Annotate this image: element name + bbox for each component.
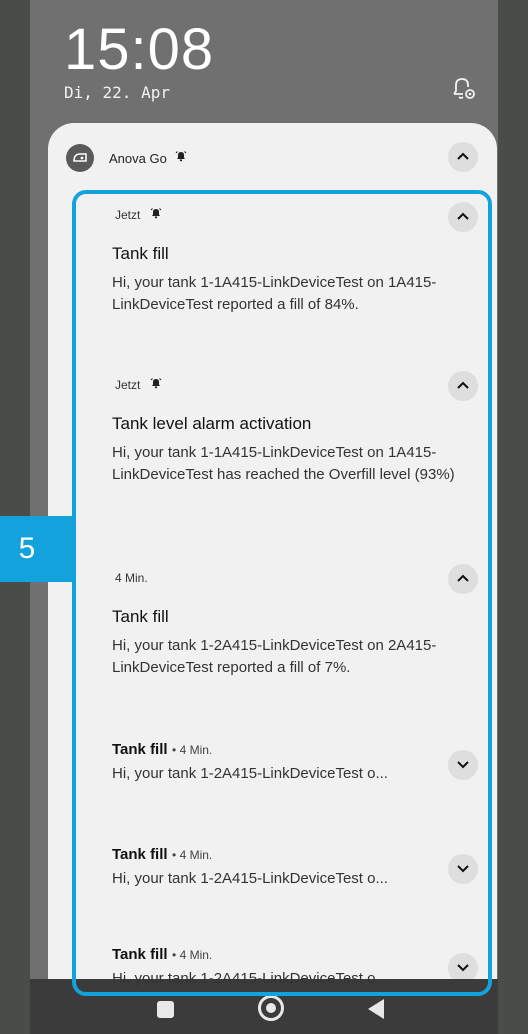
date: Di, 22. Apr: [64, 83, 170, 102]
highlight-frame: [72, 190, 492, 996]
chevron-up-icon: [456, 148, 470, 166]
app-icon: [66, 144, 94, 172]
clock: 15:08: [64, 17, 215, 82]
app-name: Anova Go: [109, 150, 167, 166]
callout-badge: 5: [0, 516, 72, 582]
recents-icon[interactable]: [157, 1001, 174, 1018]
home-icon[interactable]: [258, 995, 284, 1021]
notification-settings-icon[interactable]: [450, 76, 478, 102]
back-icon[interactable]: [368, 999, 384, 1019]
app-header[interactable]: Anova Go: [66, 143, 481, 173]
bell-icon: [175, 149, 187, 167]
app-collapse-button[interactable]: [448, 142, 478, 172]
